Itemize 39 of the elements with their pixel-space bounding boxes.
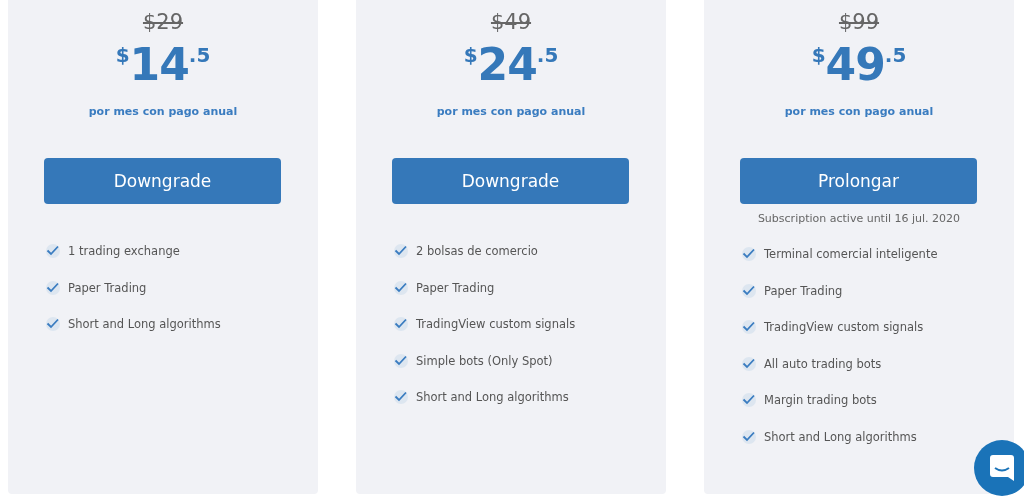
check-icon (45, 243, 61, 260)
check-icon (741, 428, 757, 445)
subscription-note: Subscription active until 16 jul. 2020 (757, 212, 961, 225)
feature-text: 2 bolsas de comercio (416, 244, 538, 259)
check-icon (741, 319, 757, 336)
feature-text: Paper Trading (416, 280, 495, 295)
check-icon (45, 316, 61, 333)
check-icon (741, 282, 757, 299)
check-icon (393, 279, 409, 296)
feature-text: Terminal comercial inteligente (764, 247, 938, 262)
old-price: $49 (490, 9, 532, 35)
check-icon (393, 243, 409, 260)
feature-text: Paper Trading (68, 280, 147, 295)
check-icon (741, 355, 757, 372)
feature-text: TradingView custom signals (764, 320, 924, 335)
check-icon (45, 279, 61, 296)
feature-text: All auto trading bots (764, 356, 882, 371)
check-icon (741, 246, 757, 263)
check-icon (741, 392, 757, 409)
billing-period: por mes con pago anual (436, 105, 586, 118)
feature-text: Short and Long algorithms (68, 317, 221, 332)
plan-button[interactable]: Downgrade (392, 158, 629, 204)
billing-period: por mes con pago anual (784, 105, 934, 118)
old-price: $99 (838, 9, 880, 35)
check-icon (393, 352, 409, 369)
feature-text: Margin trading bots (764, 393, 877, 408)
check-icon (393, 316, 409, 333)
feature-text: Short and Long algorithms (416, 390, 569, 405)
plan-button[interactable]: Downgrade (44, 158, 281, 204)
old-price: $29 (142, 9, 184, 35)
feature-text: TradingView custom signals (416, 317, 576, 332)
billing-period: por mes con pago anual (88, 105, 238, 118)
feature-text: 1 trading exchange (68, 244, 180, 259)
feature-text: Simple bots (Only Spot) (416, 353, 553, 368)
feature-text: Paper Trading (764, 283, 843, 298)
plan-button[interactable]: Prolongar (740, 158, 977, 204)
chat-icon (989, 454, 1015, 482)
feature-text: Short and Long algorithms (764, 429, 917, 444)
check-icon (393, 389, 409, 406)
